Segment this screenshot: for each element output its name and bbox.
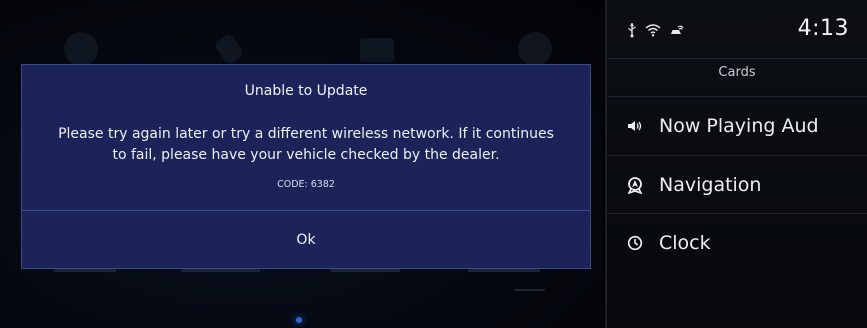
clock-icon (607, 235, 659, 251)
page-indicator-dot (296, 317, 302, 323)
card-label: Clock (659, 232, 711, 254)
status-icons (627, 22, 685, 38)
home-app-icon (64, 32, 98, 66)
card-now-playing-audio[interactable]: Now Playing Aud (607, 97, 867, 155)
cards-panel: 4:13 Cards Now Playing Aud Navigation Cl… (605, 0, 867, 328)
home-app-icon (518, 32, 552, 66)
connected-car-icon (669, 24, 685, 36)
status-clock: 4:13 (797, 16, 849, 41)
card-label: Navigation (659, 174, 762, 196)
dialog-title: Unable to Update (244, 83, 368, 99)
card-clock[interactable]: Clock (607, 214, 867, 272)
dialog-message: Please try again later or try a differen… (58, 126, 554, 163)
update-error-dialog: Unable to Update Please try again later … (21, 64, 591, 269)
usb-icon (627, 22, 637, 38)
status-bar: 4:13 (607, 0, 867, 58)
home-divider (515, 289, 545, 291)
card-navigation[interactable]: Navigation (607, 156, 867, 214)
mail-icon (360, 38, 394, 62)
cards-title: Cards (718, 65, 756, 80)
screen: Unable to Update Please try again later … (0, 0, 867, 328)
navigation-icon (607, 176, 659, 194)
speaker-icon (607, 119, 659, 133)
card-label: Now Playing Aud (659, 115, 819, 137)
ok-button[interactable]: Ok (22, 211, 590, 269)
phone-icon (213, 32, 245, 66)
wifi-icon (645, 23, 661, 37)
error-code: CODE: 6382 (277, 179, 335, 190)
divider (607, 58, 867, 59)
